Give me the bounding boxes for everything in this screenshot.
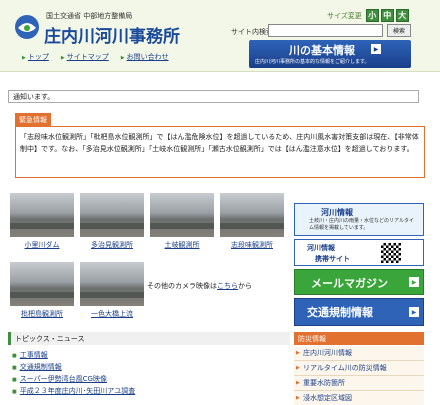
river-info-banner[interactable]: 河川情報 土岐川・庄内川の雨量・水位などのリアルタイム情報を掲載しています。 — [294, 203, 424, 236]
site-search-button[interactable]: 検索 — [387, 24, 411, 37]
camera-image[interactable] — [80, 193, 144, 237]
traffic-regulation-label: 交通規制情報 — [307, 306, 373, 319]
camera-tile[interactable]: 多治見観測所 — [80, 193, 144, 250]
camera-link[interactable]: 志段味観測所 — [220, 240, 284, 250]
news-ticker: 通知います。 — [8, 90, 419, 103]
camera-tile[interactable]: 土岐観測所 — [150, 193, 214, 250]
topics-list: 工事情報 交通規制情報 スーパー伊勢湾台風CG映像 平成２３年度庄内川･矢田川ア… — [12, 350, 136, 398]
font-size-large-button[interactable]: 大 — [395, 9, 409, 22]
camera-link[interactable]: 枇杷島観測所 — [10, 309, 74, 319]
camera-tile[interactable]: 枇杷島観測所 — [10, 262, 74, 319]
arrow-right-icon: ▶ — [409, 307, 419, 317]
other-cameras-prefix: その他のカメラ映像は — [147, 282, 217, 290]
disaster-link[interactable]: 浸水想定区域図 — [294, 391, 424, 405]
arrow-right-icon: ▶ — [409, 277, 419, 287]
font-size-switcher: サイズ変更 小 中 大 — [327, 9, 409, 22]
topics-header: トピックス・ニュース — [8, 332, 290, 345]
site-search-input[interactable] — [268, 24, 383, 37]
disaster-info-list: 庄内川河川情報 リアルタイム川の防災情報 重要水防箇所 浸水想定区域図 — [294, 346, 424, 405]
river-basics-title: 川の基本情報 — [289, 44, 355, 57]
river-info-subtitle: 土岐川・庄内川の雨量・水位などのリアルタイム情報を掲載しています。 — [309, 218, 414, 231]
camera-link[interactable]: 一色大橋上流 — [80, 309, 144, 319]
qr-code-icon — [381, 243, 401, 263]
emergency-message: 「志段味水位観測所」「枇杷島水位観測所」で【はん濫危険水位】を超過しているため、… — [15, 126, 425, 178]
font-size-small-button[interactable]: 小 — [365, 9, 379, 22]
ministry-name: 国土交通省 中部地方整備局 — [46, 12, 133, 20]
mlit-logo-icon — [15, 15, 39, 39]
disaster-info-header: 防災情報 — [294, 332, 424, 345]
disaster-link[interactable]: 重要水防箇所 — [294, 376, 424, 391]
camera-tile[interactable]: 志段味観測所 — [220, 193, 284, 250]
camera-image[interactable] — [150, 193, 214, 237]
site-header: 国土交通省 中部地方整備局 庄内川河川事務所 トップ サイトマップ お問い合わせ… — [0, 0, 440, 72]
topic-link[interactable]: 工事情報 — [12, 350, 135, 362]
camera-image[interactable] — [220, 193, 284, 237]
site-search-label: サイト内検索 — [231, 28, 273, 36]
camera-link[interactable]: 土岐観測所 — [150, 240, 214, 250]
topic-link[interactable]: 平成２３年度庄内川･矢田川アユ調査 — [12, 386, 136, 398]
arrow-right-icon: ▶ — [371, 44, 381, 54]
mobile-site-line2: 携帯サイト — [315, 255, 350, 263]
emergency-tab: 緊急情報 — [15, 113, 51, 126]
camera-tile[interactable]: 小里川ダム — [10, 193, 74, 250]
river-info-title: 河川情報 — [321, 208, 353, 217]
camera-tile[interactable]: 一色大橋上流 — [80, 262, 144, 319]
camera-image[interactable] — [10, 193, 74, 237]
other-cameras-suffix: から — [238, 282, 252, 290]
camera-link[interactable]: 多治見観測所 — [80, 240, 144, 250]
camera-image[interactable] — [10, 262, 74, 306]
mail-magazine-label: メールマガジン — [311, 277, 388, 290]
nav-link-top[interactable]: トップ — [22, 52, 49, 62]
other-cameras-note: その他のカメラ映像はこちらから — [147, 281, 252, 291]
camera-image[interactable] — [80, 262, 144, 306]
nav-link-sitemap[interactable]: サイトマップ — [61, 52, 109, 62]
river-basics-subtitle: 庄内川河川事務所の基本的な情報をご紹介します。 — [255, 59, 370, 65]
nav-link-contact[interactable]: お問い合わせ — [121, 52, 169, 62]
topic-link[interactable]: 交通規制情報 — [12, 362, 135, 374]
traffic-regulation-banner[interactable]: 交通規制情報 ▶ — [294, 298, 424, 326]
other-cameras-link[interactable]: こちら — [217, 282, 238, 290]
camera-link[interactable]: 小里川ダム — [10, 240, 74, 250]
mail-magazine-banner[interactable]: メールマガジン ▶ — [294, 269, 424, 295]
mobile-site-banner[interactable]: 河川情報 携帯サイト — [294, 239, 424, 266]
disaster-link[interactable]: 庄内川河川情報 — [294, 346, 424, 361]
header-nav: トップ サイトマップ お問い合わせ — [22, 52, 169, 62]
river-basics-banner[interactable]: 川の基本情報 ▶ 庄内川河川事務所の基本的な情報をご紹介します。 — [249, 40, 411, 68]
disaster-link[interactable]: リアルタイム川の防災情報 — [294, 361, 424, 376]
office-title[interactable]: 庄内川河川事務所 — [44, 22, 180, 47]
topic-link[interactable]: スーパー伊勢湾台風CG映像 — [12, 374, 135, 386]
font-size-label: サイズ変更 — [327, 11, 362, 20]
mobile-site-line1: 河川情報 — [307, 244, 335, 252]
font-size-medium-button[interactable]: 中 — [380, 9, 394, 22]
